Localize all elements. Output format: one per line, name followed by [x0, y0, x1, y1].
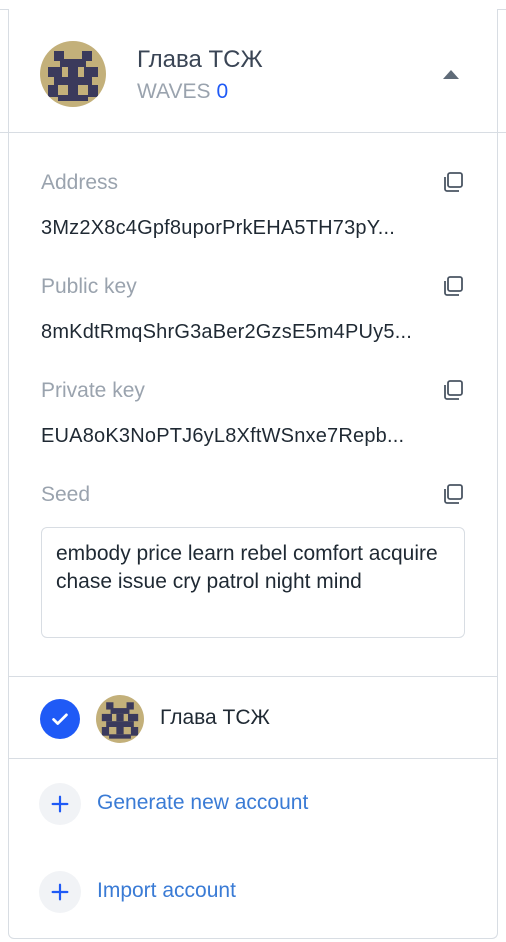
copy-address-icon[interactable] [441, 170, 465, 194]
list-account-name: Глава ТСЖ [160, 706, 270, 729]
plus-icon [39, 783, 81, 825]
balance-currency: WAVES [137, 80, 211, 103]
public-key-label: Public key [41, 275, 137, 298]
copy-public-key-icon[interactable] [441, 274, 465, 298]
seed-phrase-box[interactable]: embody price learn rebel comfort acquire… [41, 527, 465, 638]
account-header[interactable]: Глава ТСЖ WAVES 0 [9, 9, 497, 133]
copy-private-key-icon[interactable] [441, 378, 465, 402]
copy-seed-icon[interactable] [441, 482, 465, 506]
import-account-label: Import account [97, 879, 236, 902]
right-edge-mark [498, 132, 506, 133]
section-divider [9, 758, 497, 759]
private-key-label: Private key [41, 379, 145, 402]
left-edge-mark [0, 132, 8, 133]
identicon-icon [40, 41, 106, 107]
account-avatar [40, 41, 106, 107]
address-label: Address [41, 171, 119, 194]
account-name: Глава ТСЖ [137, 46, 263, 73]
caret-up-icon[interactable] [443, 70, 459, 79]
list-account-avatar [96, 695, 144, 743]
generate-account-button[interactable]: Generate new account [39, 783, 479, 825]
import-account-button[interactable]: Import account [39, 871, 479, 913]
account-balance: WAVES 0 [137, 80, 228, 104]
balance-value: 0 [216, 80, 229, 103]
identicon-icon [96, 695, 144, 743]
seed-label: Seed [41, 483, 91, 506]
account-panel: Глава ТСЖ WAVES 0 Address 3Mz2X8c4Gpf8upo… [8, 9, 498, 939]
generate-account-label: Generate new account [97, 791, 309, 814]
checkmark-icon[interactable] [40, 699, 80, 739]
plus-icon [39, 871, 81, 913]
section-divider [9, 676, 497, 677]
public-key-value: 8mKdtRmqShrG3aBer2GzsE5m4PUy5... [41, 321, 412, 343]
address-value: 3Mz2X8c4Gpf8uporPrkEHA5TH73pY... [41, 217, 395, 239]
private-key-value: EUA8oK3NoPTJ6yL8XftWSnxe7Repb... [41, 425, 405, 447]
